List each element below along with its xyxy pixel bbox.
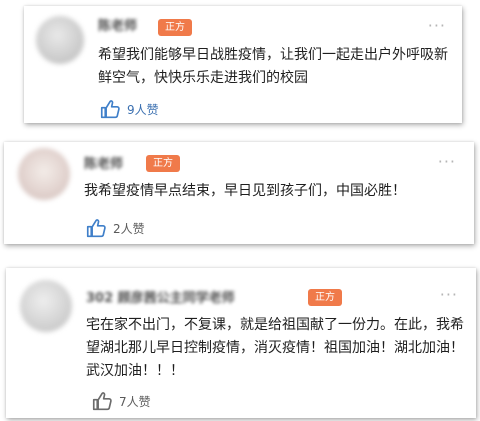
stance-badge: 正方 — [146, 155, 180, 172]
comment-text: 我希望疫情早点结束，早日见到孩子们，中国必胜！ — [84, 183, 406, 199]
more-options-icon[interactable]: ··· — [438, 152, 456, 171]
author-name[interactable]: 陈老师 — [98, 15, 137, 34]
stance-badge: 正方 — [308, 289, 342, 306]
thumbs-up-icon — [100, 99, 121, 119]
comment-text: 希望我们能够早日战胜疫情，让我们一起走出户外呼吸新鲜空气，快快乐乐走进我们的校园 — [98, 47, 448, 86]
like-button[interactable]: 9人赞 — [100, 99, 159, 119]
comment-card: 陈老师 正方 ··· 我希望疫情早点结束，早日见到孩子们，中国必胜！ 2人赞 — [4, 142, 474, 244]
thumbs-up-icon — [92, 391, 113, 411]
more-options-icon[interactable]: ··· — [428, 16, 446, 35]
like-count: 7人赞 — [119, 394, 151, 409]
stance-badge: 正方 — [158, 19, 192, 36]
author-name[interactable]: 302 顾彦茜公主同学老师 — [86, 287, 235, 306]
more-options-icon[interactable]: ··· — [440, 285, 458, 304]
like-count: 2人赞 — [113, 221, 145, 236]
avatar[interactable] — [20, 280, 72, 332]
thumbs-up-icon — [86, 218, 107, 238]
like-button[interactable]: 7人赞 — [92, 391, 151, 411]
author-name[interactable]: 陈老师 — [84, 153, 123, 172]
comment-card: 302 顾彦茜公主同学老师 正方 ··· 宅在家不出门，不复课，就是给祖国献了一… — [6, 268, 476, 418]
comment-card: 陈老师 正方 ··· 希望我们能够早日战胜疫情，让我们一起走出户外呼吸新鲜空气，… — [24, 6, 462, 123]
like-button[interactable]: 2人赞 — [86, 218, 145, 238]
comment-text: 宅在家不出门，不复课，就是给祖国献了一份力。在此，我希望湖北那儿早日控制疫情，消… — [86, 317, 464, 379]
avatar[interactable] — [36, 16, 84, 64]
like-count: 9人赞 — [127, 102, 159, 117]
avatar[interactable] — [18, 148, 70, 200]
